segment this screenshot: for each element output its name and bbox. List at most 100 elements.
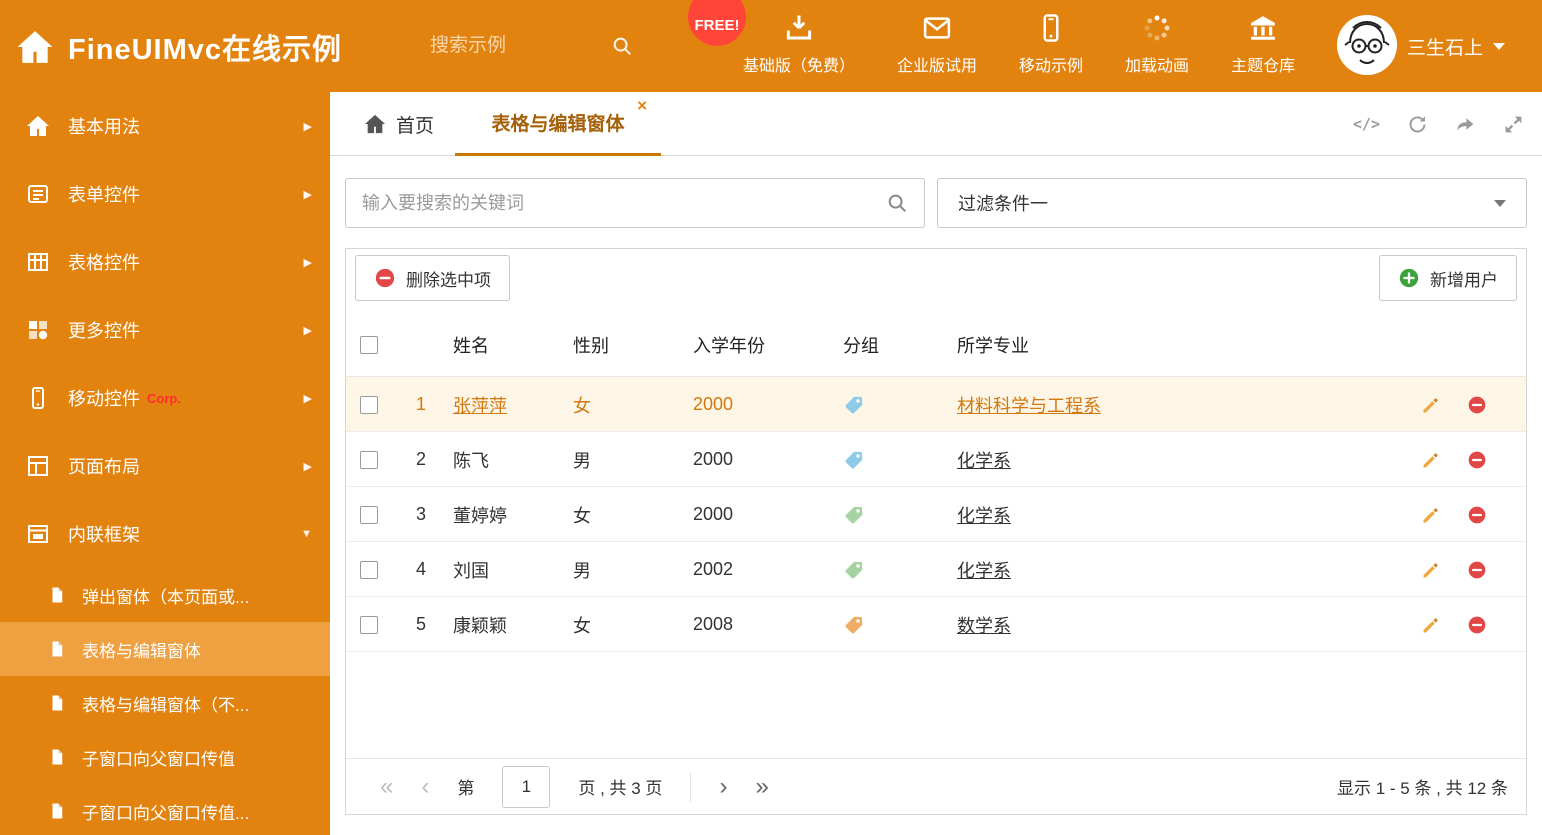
table-row[interactable]: 1 张萍萍 女 2000 材料科学与工程系 — [346, 377, 1526, 432]
close-icon[interactable]: × — [637, 96, 647, 116]
header-nav-item[interactable]: 移动示例 — [998, 13, 1104, 76]
file-icon — [48, 802, 66, 820]
chevron-down-icon: ▼ — [301, 528, 312, 540]
filter-dropdown[interactable]: 过滤条件一 — [937, 178, 1527, 228]
edit-icon[interactable] — [1421, 377, 1441, 432]
tab-active[interactable]: 表格与编辑窗体 × — [455, 92, 661, 156]
header-search[interactable] — [430, 26, 633, 66]
major-link[interactable]: 数学系 — [957, 597, 1011, 652]
page-number-input[interactable] — [502, 765, 551, 808]
student-name[interactable]: 陈飞 — [453, 432, 489, 487]
header-nav-label: 加载动画 — [1125, 58, 1190, 75]
table-row[interactable]: 4 刘国 男 2002 化学系 — [346, 542, 1526, 597]
last-page-icon[interactable]: » — [755, 774, 768, 799]
expand-icon[interactable] — [1503, 114, 1524, 135]
header-nav-item[interactable]: 加载动画 — [1104, 13, 1210, 76]
user-menu[interactable]: 三生石上 — [1407, 0, 1506, 92]
sidebar-subitem-label: 表格与编辑窗体（不... — [82, 695, 250, 715]
delete-icon[interactable] — [1467, 597, 1487, 652]
search-icon[interactable] — [611, 35, 633, 57]
filter-dropdown-value: 过滤条件一 — [958, 194, 1048, 214]
sidebar-subitem[interactable]: 表格与编辑窗体（不... — [0, 676, 330, 730]
edit-icon[interactable] — [1421, 487, 1441, 542]
chevron-right-icon: ▶ — [303, 324, 312, 337]
student-name[interactable]: 康颖颖 — [453, 597, 507, 652]
page-suffix: 页 , 共 3 页 — [578, 779, 663, 798]
app-title: FineUIMvc在线示例 — [68, 34, 343, 66]
delete-icon[interactable] — [1467, 542, 1487, 597]
app-logo[interactable]: FineUIMvc在线示例 — [16, 26, 342, 68]
first-page-icon[interactable]: « — [380, 774, 393, 799]
column-header-name: 姓名 — [453, 336, 489, 356]
edit-icon[interactable] — [1421, 542, 1441, 597]
chevron-down-icon — [1494, 199, 1506, 207]
select-all-checkbox[interactable] — [360, 336, 378, 354]
sidebar-subitem[interactable]: 弹出窗体（本页面或... — [0, 568, 330, 622]
main-content: 首页 表格与编辑窗体 × </> 过滤条件一 — [330, 92, 1542, 835]
major-link[interactable]: 化学系 — [957, 542, 1011, 597]
keyword-search-input[interactable] — [362, 192, 886, 214]
header-nav-item[interactable]: 企业版试用 — [876, 13, 998, 76]
tab-home[interactable]: 首页 — [364, 92, 434, 156]
student-gender: 男 — [573, 450, 591, 471]
table-row[interactable]: 5 康颖颖 女 2008 数学系 — [346, 597, 1526, 652]
row-checkbox[interactable] — [360, 615, 378, 634]
sidebar-item[interactable]: 移动控件 Corp. ▶ — [0, 364, 330, 432]
table-row[interactable]: 3 董婷婷 女 2000 化学系 — [346, 487, 1526, 542]
major-link[interactable]: 化学系 — [957, 487, 1011, 542]
major-link[interactable]: 材料科学与工程系 — [957, 377, 1101, 432]
row-checkbox[interactable] — [360, 560, 378, 579]
sidebar-item[interactable]: 内联框架 ▼ — [0, 500, 330, 568]
corp-badge: Corp. — [147, 390, 181, 406]
sidebar-subitem-label: 弹出窗体（本页面或... — [82, 587, 250, 607]
tab-home-label: 首页 — [396, 115, 435, 137]
sidebar-item[interactable]: 基本用法 ▶ — [0, 92, 330, 160]
table-icon — [26, 250, 50, 274]
header-nav: 基础版（免费） 企业版试用 移动示例 加载动画 主题仓库 — [722, 13, 1316, 76]
header-nav-item[interactable]: 主题仓库 — [1210, 13, 1316, 76]
refresh-icon[interactable] — [1407, 114, 1428, 135]
delete-selected-label: 删除选中项 — [406, 270, 491, 290]
sidebar-subitem[interactable]: 子窗口向父窗口传值... — [0, 784, 330, 835]
next-page-icon[interactable]: › — [719, 774, 727, 799]
sidebar-item[interactable]: 页面布局 ▶ — [0, 432, 330, 500]
sidebar-subitem[interactable]: 表格与编辑窗体 — [0, 622, 330, 676]
source-code-icon[interactable]: </> — [1353, 115, 1380, 133]
sidebar-item-label: 表单控件 — [68, 185, 140, 205]
add-user-button[interactable]: 新增用户 — [1379, 255, 1517, 301]
row-number: 1 — [415, 394, 426, 414]
delete-icon[interactable] — [1467, 377, 1487, 432]
sidebar-item-label: 基本用法 — [68, 117, 140, 137]
avatar[interactable] — [1337, 15, 1397, 75]
table-row[interactable]: 2 陈飞 男 2000 化学系 — [346, 432, 1526, 487]
edit-icon[interactable] — [1421, 432, 1441, 487]
delete-icon[interactable] — [1467, 432, 1487, 487]
row-checkbox[interactable] — [360, 505, 378, 524]
column-header-group: 分组 — [843, 336, 879, 356]
tag-icon — [843, 597, 865, 652]
sidebar-item[interactable]: 更多控件 ▶ — [0, 296, 330, 364]
user-name: 三生石上 — [1407, 37, 1484, 59]
edit-icon[interactable] — [1421, 597, 1441, 652]
student-name[interactable]: 董婷婷 — [453, 487, 507, 542]
row-checkbox[interactable] — [360, 450, 378, 469]
chevron-down-icon — [1493, 42, 1506, 50]
search-icon[interactable] — [886, 192, 908, 214]
delete-selected-button[interactable]: 删除选中项 — [355, 255, 510, 301]
sidebar-item[interactable]: 表格控件 ▶ — [0, 228, 330, 296]
student-gender: 女 — [573, 505, 591, 526]
sidebar-subitem[interactable]: 子窗口向父窗口传值 — [0, 730, 330, 784]
row-checkbox[interactable] — [360, 395, 378, 414]
sidebar-subitem-label: 子窗口向父窗口传值... — [82, 803, 250, 823]
share-icon[interactable] — [1455, 114, 1476, 135]
row-number: 5 — [415, 614, 426, 634]
student-name[interactable]: 张萍萍 — [453, 377, 507, 432]
major-link[interactable]: 化学系 — [957, 432, 1011, 487]
delete-icon[interactable] — [1467, 487, 1487, 542]
sidebar-item-label: 表格控件 — [68, 253, 140, 273]
student-name[interactable]: 刘国 — [453, 542, 489, 597]
header-search-input[interactable] — [430, 35, 595, 57]
prev-page-icon[interactable]: ‹ — [421, 774, 429, 799]
plus-circle-icon — [1398, 267, 1420, 289]
sidebar-item[interactable]: 表单控件 ▶ — [0, 160, 330, 228]
